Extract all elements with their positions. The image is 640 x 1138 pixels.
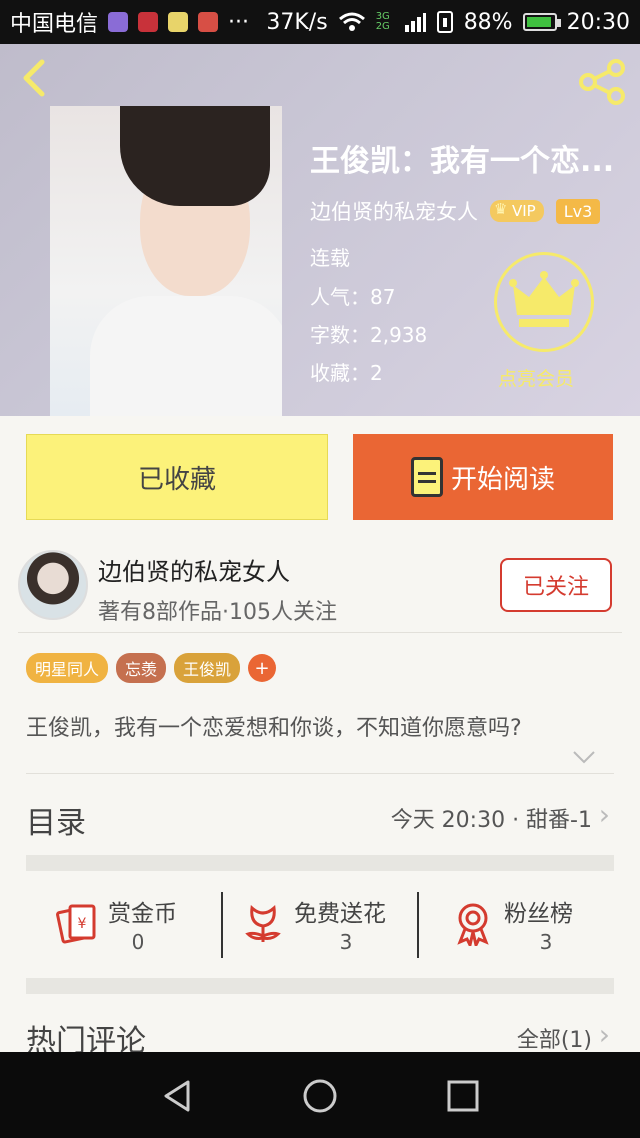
- book-author[interactable]: 边伯贤的私宠女人: [310, 196, 478, 226]
- author-stats: 著有8部作品·105人关注: [98, 600, 337, 625]
- book-synopsis: 王俊凯，我有一个恋爱想和你谈，不知道你愿意吗?: [26, 716, 522, 741]
- section-gap: [26, 855, 614, 871]
- all-comments-link[interactable]: 全部(1): [517, 1022, 592, 1054]
- more-notifications-icon: ···: [228, 9, 249, 35]
- nav-back-icon[interactable]: [158, 1076, 198, 1116]
- expand-chevron-icon[interactable]: [572, 748, 596, 769]
- fan-ranking-button[interactable]: 粉丝榜 3: [450, 890, 610, 960]
- latest-chapter: 今天 20:30 · 甜番-1: [390, 808, 592, 833]
- divider: [221, 892, 223, 958]
- tag-chip[interactable]: 忘羡: [116, 653, 167, 683]
- author-row: 边伯贤的私宠女人 VIP Lv3: [310, 196, 601, 226]
- reward-coins-button[interactable]: ¥ 赏金币 0: [54, 890, 214, 960]
- nav-home-icon[interactable]: [300, 1076, 340, 1116]
- member-crown-button[interactable]: [494, 252, 594, 352]
- chevron-right-icon: ›: [598, 1018, 610, 1051]
- share-icon[interactable]: [576, 56, 628, 108]
- stat-label: 粉丝榜: [504, 901, 573, 927]
- network-speed: 37K/s: [266, 9, 328, 35]
- favorite-count: 收藏：2: [310, 361, 383, 385]
- start-reading-button[interactable]: 开始阅读: [353, 434, 613, 520]
- section-gap: [26, 978, 614, 994]
- divider: [26, 773, 614, 774]
- stat-value: 3: [339, 930, 353, 954]
- flower-icon: [245, 904, 281, 942]
- carrier-label: 中国电信: [10, 12, 99, 37]
- back-arrow-icon[interactable]: [16, 58, 56, 98]
- author-name[interactable]: 边伯贤的私宠女人: [98, 552, 290, 587]
- crown-icon: [509, 271, 579, 327]
- favorited-button[interactable]: 已收藏: [26, 434, 328, 520]
- sim-icon: [436, 11, 453, 33]
- divider: [417, 892, 419, 958]
- tag-chip[interactable]: 明星同人: [26, 653, 109, 683]
- stat-value: 3: [539, 930, 553, 954]
- chevron-right-icon: ›: [598, 798, 610, 831]
- status-bar: 中国电信 ··· 37K/s 3G 2G 88% 20:30: [0, 0, 640, 44]
- clock: 20:30: [566, 9, 630, 35]
- book-header: 王俊凯：我有一个恋... 边伯贤的私宠女人 VIP Lv3 连载 人气：87 字…: [0, 44, 640, 416]
- member-label[interactable]: 点亮会员: [498, 364, 574, 391]
- start-reading-label: 开始阅读: [450, 464, 555, 495]
- directory-title: 目录: [26, 806, 86, 841]
- nav-recent-apps-icon[interactable]: [443, 1076, 483, 1116]
- stat-value: 0: [131, 930, 145, 954]
- book-cover-image[interactable]: [50, 106, 282, 416]
- divider: [18, 632, 622, 633]
- huawei-app-icon: [138, 12, 159, 32]
- gallery-app-icon: [108, 12, 129, 32]
- stat-label: 赏金币: [108, 901, 177, 927]
- tag-chip[interactable]: 王俊凯: [174, 653, 241, 683]
- send-flowers-button[interactable]: 免费送花 3: [240, 890, 410, 960]
- tag-list: 明星同人 忘羡 王俊凯 +: [26, 653, 277, 683]
- wifi-icon: [338, 12, 365, 31]
- signal-icon: [404, 13, 426, 32]
- book-icon: [410, 457, 443, 497]
- following-button[interactable]: 已关注: [500, 558, 612, 612]
- medal-icon: [457, 903, 489, 946]
- wechat-app-icon: [168, 12, 189, 32]
- stat-label: 免费送花: [294, 901, 386, 927]
- serial-status: 连载: [310, 246, 350, 270]
- gift-envelope-icon: ¥: [56, 904, 96, 944]
- battery-percent: 88%: [463, 9, 513, 35]
- reader-app-icon: [198, 12, 219, 32]
- level-badge: Lv3: [555, 198, 601, 224]
- book-title: 王俊凯：我有一个恋...: [310, 144, 615, 179]
- navigation-bar: [0, 1052, 640, 1138]
- author-avatar[interactable]: [18, 550, 88, 620]
- popularity-count: 人气：87: [310, 285, 396, 309]
- add-tag-button[interactable]: +: [248, 654, 277, 682]
- vip-badge: VIP: [490, 200, 544, 222]
- word-count: 字数：2,938: [310, 323, 428, 347]
- svg-text:¥: ¥: [78, 916, 87, 932]
- battery-icon: [522, 13, 561, 31]
- network-type: 3G 2G: [375, 11, 390, 32]
